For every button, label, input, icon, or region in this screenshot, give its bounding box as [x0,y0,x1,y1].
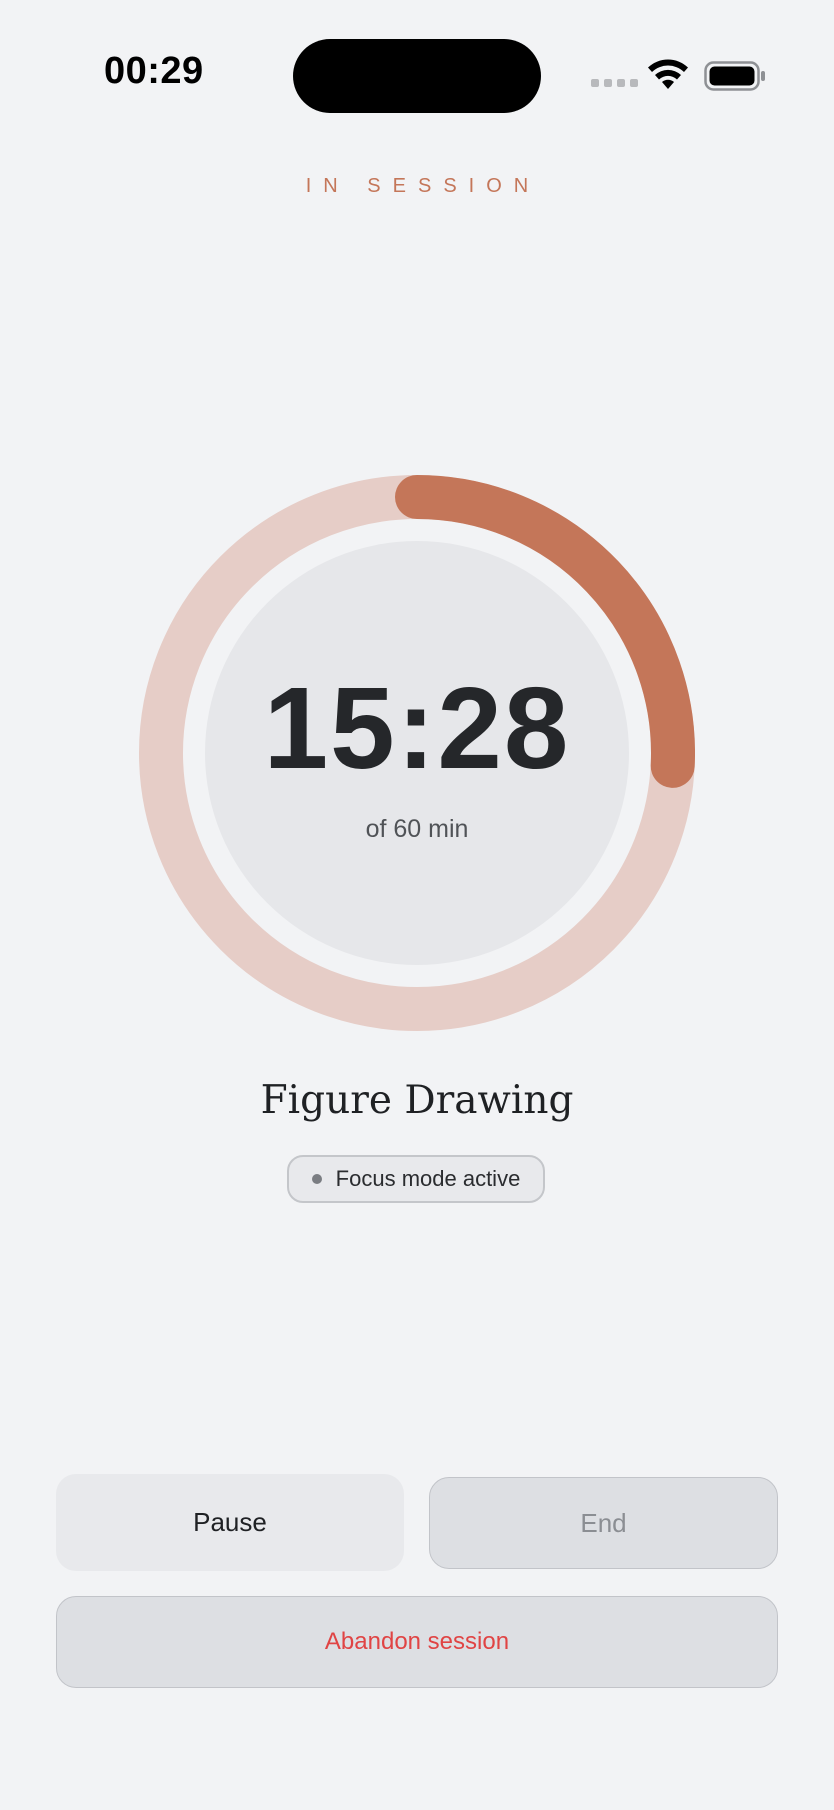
activity-title: Figure Drawing [260,1078,574,1123]
cellular-signal-icon [591,79,638,87]
end-button-label: End [580,1507,627,1538]
session-status-label: IN SESSION [305,175,541,197]
pause-button[interactable]: Pause [56,1474,404,1571]
abandon-session-button[interactable]: Abandon session [56,1596,778,1688]
status-time: 00:29 [104,50,204,92]
abandon-session-label: Abandon session [324,1628,510,1655]
end-button[interactable]: End [429,1477,778,1569]
pause-button-label: Pause [193,1507,267,1537]
focus-mode-label: Focus mode active [335,1166,521,1191]
timer-total: of 60 min [365,815,469,843]
battery-icon [704,61,766,96]
status-dot-icon [311,1174,322,1184]
dynamic-island [293,39,541,113]
focus-mode-badge: Focus mode active [287,1155,545,1203]
timer-ring: 15:28 of 60 min [139,475,695,1031]
wifi-icon [647,58,689,95]
timer-value: 15:28 [263,663,571,793]
